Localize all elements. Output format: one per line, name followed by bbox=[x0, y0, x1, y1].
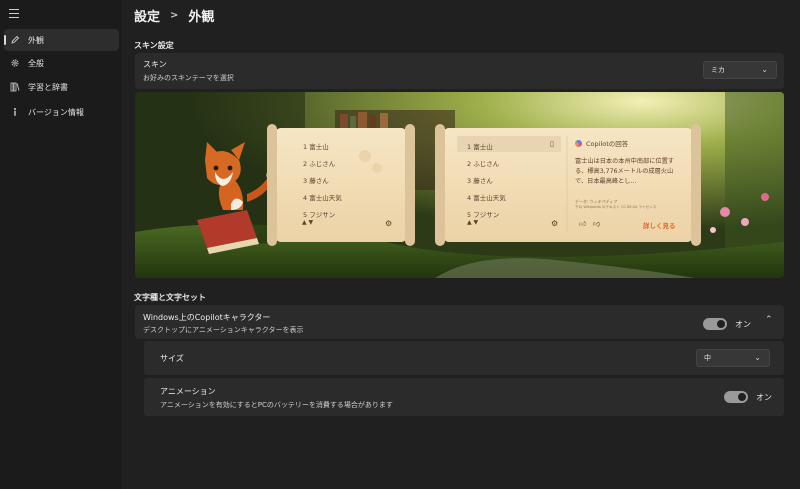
copilot-character-toggle-label: オン bbox=[735, 320, 751, 329]
copilot-license[interactable]: 下の Wikipedia のテキスト CC BY-SA ライセンス bbox=[575, 205, 685, 210]
candidate-item[interactable]: 3 藤さん bbox=[303, 173, 393, 190]
thumbs-down-icon[interactable]: 👎︎ bbox=[593, 219, 600, 228]
size-dropdown-value: 中 bbox=[704, 354, 711, 362]
skin-preview-image: 1 富士山 2 ふじさん 3 藤さん 4 富士山天気 5 フジサン ▲ ▼ ⚙ … bbox=[135, 92, 784, 278]
left-candidate-list: 1 富士山 2 ふじさん 3 藤さん 4 富士山天気 5 フジサン bbox=[303, 139, 393, 224]
animation-description: アニメーションを有効にするとPCのバッテリーを消費する場合があります bbox=[160, 401, 393, 409]
page-title: 外観 bbox=[188, 10, 215, 25]
sidebar-item-version[interactable]: バージョン情報 bbox=[4, 101, 119, 123]
candidate-item[interactable]: 5 フジサン bbox=[303, 207, 393, 224]
chevron-down-icon: ⌄ bbox=[754, 353, 761, 362]
skin-dropdown-value: ミカ bbox=[711, 66, 725, 74]
pencil-icon bbox=[10, 35, 20, 45]
candidate-item[interactable]: 2 ふじさん bbox=[467, 156, 557, 173]
arrow-down-icon[interactable]: ▼ bbox=[309, 219, 314, 226]
animation-title: アニメーション bbox=[160, 387, 216, 396]
main-content: 設定 > 外観 スキン設定 スキン お好みのスキンテーマを選択 ミカ ⌄ 1 富… bbox=[122, 0, 800, 489]
forest-background-illustration bbox=[135, 92, 784, 278]
more-details-link[interactable]: 詳しく見る bbox=[643, 220, 676, 230]
hamburger-icon[interactable] bbox=[9, 9, 19, 18]
skin-card-description: お好みのスキンテーマを選択 bbox=[143, 74, 234, 82]
breadcrumb-root[interactable]: 設定 bbox=[134, 6, 160, 25]
breadcrumb: 設定 > 外観 bbox=[134, 6, 214, 25]
animation-toggle-label: オン bbox=[756, 393, 772, 402]
left-nav-arrows[interactable]: ▲ ▼ bbox=[302, 219, 313, 226]
left-settings-icon[interactable]: ⚙ bbox=[385, 219, 392, 228]
sidebar-item-general[interactable]: 全般 bbox=[4, 52, 119, 74]
copilot-character-description: デスクトップにアニメーションキャラクターを表示 bbox=[143, 326, 304, 334]
copilot-answer-text: 富士山は日本の本州中南部に位置する、標高3,776メートルの成層火山で、日本最高… bbox=[575, 158, 674, 185]
copilot-character-card: Windows上のCopilotキャラクター デスクトップにアニメーションキャラ… bbox=[135, 305, 784, 339]
copilot-title: Copilotの回答 bbox=[586, 140, 629, 148]
skin-dropdown[interactable]: ミカ ⌄ bbox=[703, 61, 777, 79]
copilot-icon bbox=[575, 139, 582, 147]
thumbs-up-icon[interactable]: 👍︎ bbox=[579, 219, 586, 228]
right-nav-arrows[interactable]: ▲ ▼ bbox=[467, 219, 478, 226]
candidate-item[interactable]: 5 フジサン bbox=[467, 207, 557, 224]
skin-section-heading: スキン設定 bbox=[134, 41, 174, 50]
candidate-item[interactable]: 4 富士山天気 bbox=[303, 190, 393, 207]
sidebar-item-learning[interactable]: 学習と辞書 bbox=[4, 76, 119, 98]
breadcrumb-separator: > bbox=[170, 10, 179, 21]
copilot-character-title: Windows上のCopilotキャラクター bbox=[143, 313, 271, 322]
sidebar-item-appearance[interactable]: 外観 bbox=[4, 29, 119, 51]
copy-icon[interactable]: ▯ bbox=[550, 140, 554, 148]
size-row: サイズ 中 ⌄ bbox=[144, 341, 784, 375]
skin-card-title: スキン bbox=[143, 60, 167, 69]
candidate-item[interactable]: 1 富士山 bbox=[467, 139, 557, 156]
info-icon bbox=[10, 107, 20, 117]
animation-row: アニメーション アニメーションを有効にするとPCのバッテリーを消費する場合があり… bbox=[144, 378, 784, 416]
arrow-up-icon[interactable]: ▲ bbox=[302, 219, 307, 226]
sidebar-item-label: 外観 bbox=[28, 35, 44, 45]
candidate-item[interactable]: 4 富士山天気 bbox=[467, 190, 557, 207]
toggle-knob bbox=[738, 393, 746, 401]
arrow-down-icon[interactable]: ▼ bbox=[474, 219, 479, 226]
animation-toggle[interactable] bbox=[724, 391, 748, 403]
candidate-item[interactable]: 2 ふじさん bbox=[303, 156, 393, 173]
chevron-down-icon: ⌄ bbox=[761, 65, 768, 74]
toggle-knob bbox=[717, 320, 725, 328]
copilot-answer-panel: Copilotの回答 富士山は日本の本州中南部に位置する、標高3,776メートル… bbox=[575, 138, 685, 210]
sidebar-item-label: 全般 bbox=[28, 58, 44, 68]
right-candidate-list: 1 富士山 2 ふじさん 3 藤さん 4 富士山天気 5 フジサン bbox=[467, 139, 557, 224]
sidebar: 外観 全般 学習と辞書 バージョン情報 bbox=[0, 0, 122, 489]
sidebar-item-label: バージョン情報 bbox=[28, 107, 84, 117]
size-dropdown[interactable]: 中 ⌄ bbox=[696, 349, 770, 367]
candidate-item[interactable]: 1 富士山 bbox=[303, 139, 393, 156]
sidebar-item-label: 学習と辞書 bbox=[28, 82, 68, 92]
gear-icon bbox=[10, 58, 20, 68]
arrow-up-icon[interactable]: ▲ bbox=[467, 219, 472, 226]
char-section-heading: 文字種と文字セット bbox=[134, 293, 206, 302]
books-icon bbox=[10, 82, 20, 92]
skin-card: スキン お好みのスキンテーマを選択 ミカ ⌄ bbox=[135, 53, 784, 89]
chevron-up-icon[interactable]: ⌃ bbox=[765, 315, 773, 325]
size-label: サイズ bbox=[160, 354, 184, 363]
copilot-character-toggle[interactable] bbox=[703, 318, 727, 330]
right-settings-icon[interactable]: ⚙ bbox=[551, 219, 558, 228]
candidate-item[interactable]: 3 藤さん bbox=[467, 173, 557, 190]
